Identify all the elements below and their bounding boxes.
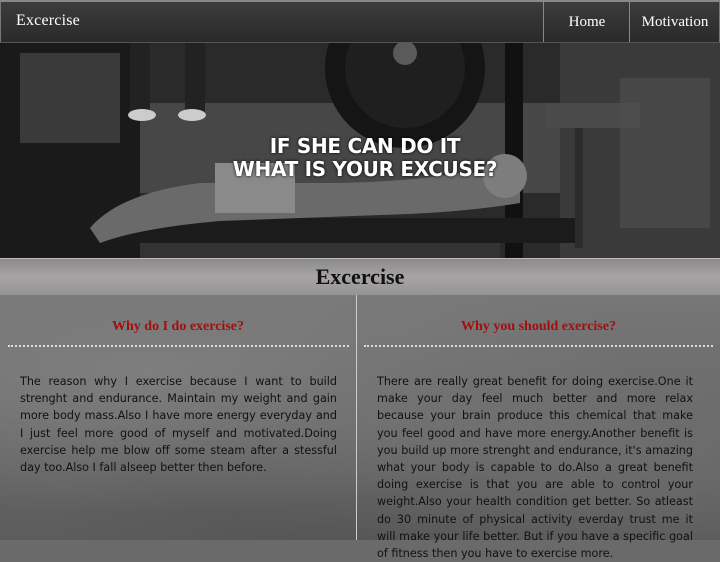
top-navbar: Excercise Home Motivation [0,0,720,43]
content-area: Why do I do exercise? The reason why I e… [0,295,720,560]
nav-home-link[interactable]: Home [543,2,630,42]
nav-motivation-link[interactable]: Motivation [629,2,720,42]
right-column-heading: Why you should exercise? [461,319,616,334]
left-column: Why do I do exercise? The reason why I e… [0,295,356,540]
right-column-divider [364,345,713,347]
hero-slogan-line-1: IF SHE CAN DO IT [269,134,461,158]
hero-banner: IF SHE CAN DO IT WHAT IS YOUR EXCUSE? [0,42,720,259]
page-title-bar: Excercise [0,258,720,296]
right-column: Why you should exercise? There are reall… [357,295,720,560]
page-title: Excercise [315,264,405,289]
right-column-text: There are really great benefit for doing… [377,375,693,561]
site-brand[interactable]: Excercise [16,12,80,30]
left-column-text: The reason why I exercise because I want… [20,375,337,475]
hero-slogan: IF SHE CAN DO IT WHAT IS YOUR EXCUSE? [200,135,530,181]
hero-slogan-line-2: WHAT IS YOUR EXCUSE? [232,157,498,181]
left-column-divider [8,345,349,347]
left-column-heading: Why do I do exercise? [112,319,244,334]
